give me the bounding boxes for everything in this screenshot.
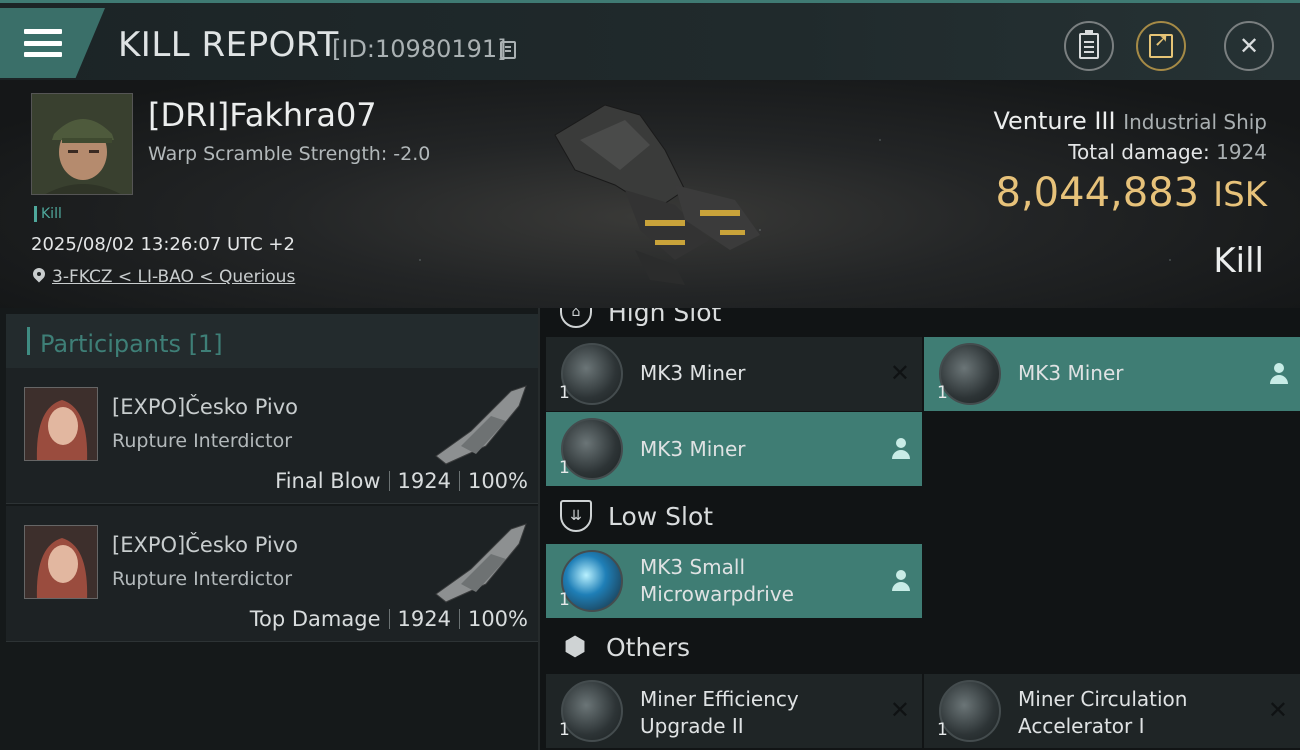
miner-module-icon [939, 343, 1001, 405]
module-name: MK3 Miner [640, 361, 746, 385]
destroyed-icon: ✕ [889, 359, 910, 387]
module-quantity: 1 [559, 720, 570, 740]
microwarpdrive-icon [561, 550, 623, 612]
isk-value: 8,044,883 [995, 170, 1200, 216]
report-id: [ID:10980191] [332, 35, 507, 63]
participants-heading: Participants [1] [40, 330, 223, 358]
module-item[interactable]: 1 Miner Circulation Accelerator I ✕ [924, 674, 1300, 748]
total-damage-label: Total damage: [1068, 140, 1210, 164]
participant-ship: Rupture Interdictor [112, 430, 292, 452]
participant-avatar[interactable] [24, 387, 98, 461]
module-name: Miner Circulation Accelerator I [1018, 687, 1188, 738]
victim-ship-image [554, 104, 760, 285]
module-item[interactable]: 1 MK3 Small Microwarpdrive [546, 544, 922, 618]
fitting-panel: ⌂ High Slot 1 MK3 Miner ✕ 1 MK3 Miner 1 … [540, 308, 1300, 750]
victim-summary: [DRI]Fakhra07 Warp Scramble Strength: -2… [0, 80, 1300, 308]
module-name: MK3 Small Microwarpdrive [640, 555, 794, 606]
rig-module-icon [561, 680, 623, 742]
victim-name[interactable]: [DRI]Fakhra07 [148, 96, 377, 134]
close-icon: ✕ [1238, 32, 1260, 60]
dropped-person-icon [892, 570, 910, 592]
participants-header: Participants [1] [6, 314, 538, 368]
participant-row[interactable]: [EXPO]Česko Pivo Rupture Interdictor Fin… [6, 368, 538, 504]
module-item[interactable]: 1 MK3 Miner [924, 337, 1300, 411]
victim-ship[interactable]: Venture III Industrial Ship [993, 107, 1267, 135]
low-slot-icon: ⇊ [560, 500, 592, 532]
high-slot-icon: ⌂ [560, 308, 592, 328]
others-label: Others [606, 632, 691, 662]
module-quantity: 1 [559, 383, 570, 403]
miner-module-icon [561, 343, 623, 405]
menu-button[interactable] [0, 8, 105, 78]
participant-name[interactable]: [EXPO]Česko Pivo [112, 533, 298, 557]
participant-stats: Top Damage 1924 100% [250, 607, 528, 631]
participant-damage: 1924 [397, 469, 451, 493]
others-header: ⬢ Others [560, 629, 690, 665]
participant-ship-image [435, 523, 527, 603]
module-quantity: 1 [937, 720, 948, 740]
participant-stats: Final Blow 1924 100% [275, 469, 528, 493]
clipboard-icon [1079, 30, 1099, 59]
victim-avatar[interactable] [31, 93, 133, 195]
isk-unit: ISK [1213, 175, 1267, 215]
participant-role: Top Damage [249, 607, 381, 631]
share-icon [1149, 30, 1173, 58]
isk-loss: 8,044,883 ISK [996, 170, 1267, 216]
participant-avatar[interactable] [24, 525, 98, 599]
high-slot-header: ⌂ High Slot [560, 308, 721, 330]
location-link[interactable]: 3-FKCZ < LI-BAO < Querious [52, 267, 295, 287]
kill-datetime: 2025/08/02 13:26:07 UTC +2 [31, 234, 295, 255]
participant-percent: 100% [467, 607, 528, 631]
module-name: MK3 Miner [640, 437, 746, 461]
report-result: Kill [1213, 241, 1264, 281]
high-slot-label: High Slot [608, 308, 722, 327]
pilot-portrait-icon [32, 94, 132, 194]
module-item[interactable]: 1 MK3 Miner [546, 412, 922, 486]
rig-module-icon [939, 680, 1001, 742]
hamburger-icon [24, 29, 62, 57]
close-button[interactable]: ✕ [1224, 21, 1274, 71]
destroyed-icon: ✕ [1267, 696, 1288, 724]
ship-class: Industrial Ship [1123, 110, 1267, 134]
module-item[interactable]: 1 Miner Efficiency Upgrade II ✕ [546, 674, 922, 748]
module-quantity: 1 [937, 383, 948, 403]
copy-id-icon[interactable] [500, 41, 516, 59]
participants-panel: Participants [1] [EXPO]Česko Pivo Ruptur… [0, 308, 540, 750]
participant-role: Final Blow [275, 469, 381, 493]
participant-damage: 1924 [397, 607, 451, 631]
participant-row[interactable]: [EXPO]Česko Pivo Rupture Interdictor Top… [6, 506, 538, 642]
cube-icon: ⬢ [563, 632, 587, 662]
kill-tag: Kill [34, 206, 62, 222]
participant-portrait-icon [25, 388, 97, 460]
module-quantity: 1 [559, 458, 570, 478]
ship-name: Venture III [993, 107, 1116, 135]
kill-location[interactable]: 3-FKCZ < LI-BAO < Querious [32, 267, 295, 287]
low-slot-header: ⇊ Low Slot [560, 498, 713, 534]
module-name: Miner Efficiency Upgrade II [640, 687, 799, 738]
destroyed-icon: ✕ [889, 696, 910, 724]
clipboard-button[interactable] [1064, 21, 1114, 71]
participant-portrait-icon [25, 526, 97, 598]
warp-scramble-strength: Warp Scramble Strength: -2.0 [148, 143, 431, 165]
low-slot-label: Low Slot [608, 501, 714, 531]
module-item[interactable]: 1 MK3 Miner ✕ [546, 337, 922, 411]
miner-module-icon [561, 418, 623, 480]
top-bar: KILL REPORT [ID:10980191] ✕ [0, 0, 1300, 80]
dropped-person-icon [892, 438, 910, 460]
participant-ship-image [435, 385, 527, 465]
participant-name[interactable]: [EXPO]Česko Pivo [112, 395, 298, 419]
page-title: KILL REPORT [118, 25, 339, 65]
participant-ship: Rupture Interdictor [112, 568, 292, 590]
module-name: MK3 Miner [1018, 361, 1124, 385]
location-pin-icon [32, 268, 46, 286]
module-quantity: 1 [559, 590, 570, 610]
dropped-person-icon [1270, 363, 1288, 385]
total-damage: Total damage: 1924 [1068, 140, 1267, 164]
share-button[interactable] [1136, 21, 1186, 71]
participant-percent: 100% [467, 469, 528, 493]
total-damage-value: 1924 [1216, 140, 1267, 164]
